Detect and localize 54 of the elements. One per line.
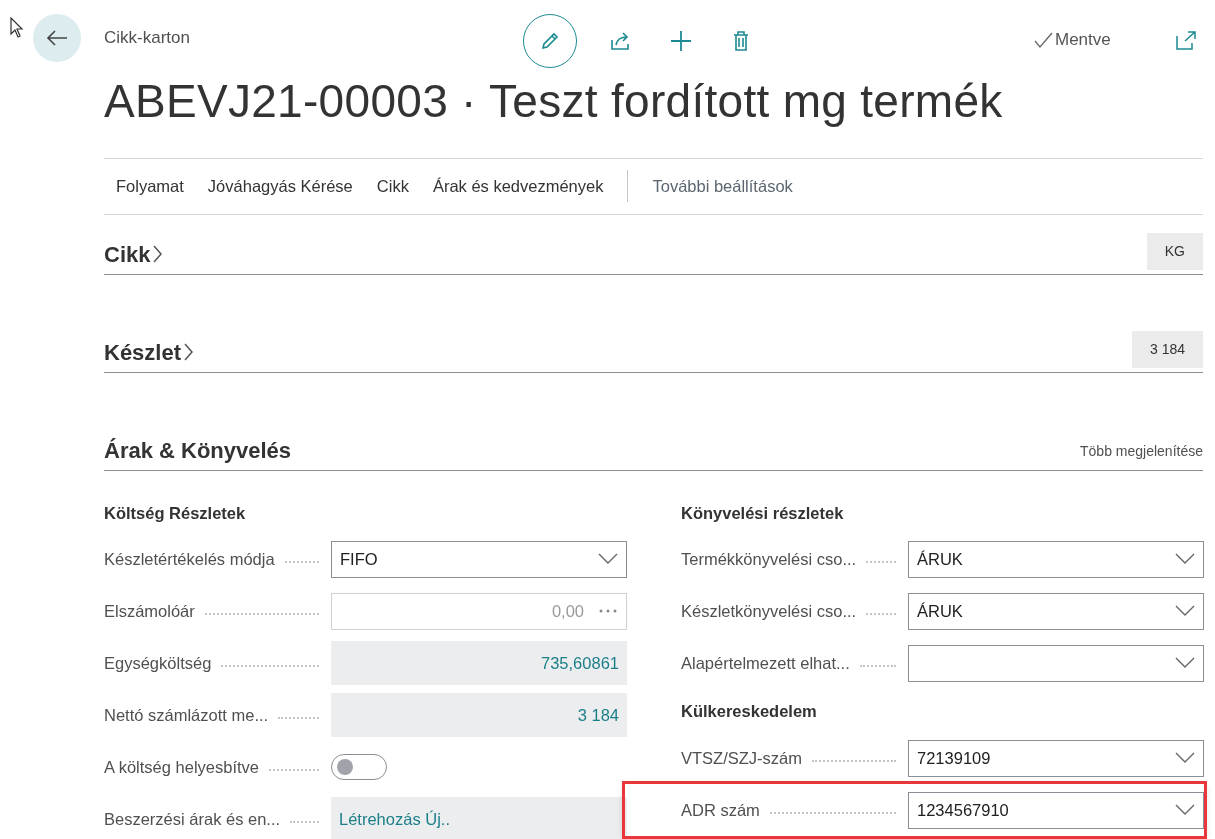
chevron-right-icon	[183, 342, 195, 363]
cursor-icon	[10, 17, 24, 39]
pencil-icon	[539, 30, 561, 52]
chevron-down-icon	[1175, 553, 1195, 566]
section-header[interactable]: Készlet	[104, 335, 195, 369]
field-label: Készletkönyvelési cso...	[681, 600, 857, 622]
summary-badge: 3 184	[1131, 330, 1203, 368]
field-label: ADR szám	[681, 799, 760, 821]
field-label: Egységköltség	[104, 652, 212, 674]
open-window-icon	[1174, 30, 1198, 52]
more-options-menu[interactable]: További beállítások	[640, 173, 805, 199]
value-field: 3 184	[331, 693, 627, 738]
plus-icon	[669, 29, 693, 53]
chevron-down-icon	[1175, 804, 1195, 817]
page-caption: Cikk-karton	[104, 27, 190, 50]
chevron-right-icon	[152, 244, 164, 265]
field-label: Készletértékelés módja	[104, 548, 275, 570]
field-label: Alapértelmezett elhat...	[681, 652, 850, 674]
section-header[interactable]: Árak & Könyvelés	[104, 433, 292, 467]
chevron-down-icon	[1175, 605, 1195, 618]
link-field[interactable]: Létrehozás Új..	[331, 797, 627, 839]
field-label: Nettó számlázott me...	[104, 704, 269, 726]
dropdown-field[interactable]: ÁRUK	[908, 592, 1204, 630]
action-menu[interactable]: Árak és kedvezmények	[420, 173, 616, 199]
value-field: 735,60861	[331, 641, 627, 686]
action-menu[interactable]: Jóváhagyás Kérése	[195, 173, 365, 199]
field-label: Beszerzési árak és en...	[104, 808, 281, 830]
field-label: A költség helyesbítve	[104, 756, 259, 778]
page-title: ABEVJ21-00003 · Teszt fordított mg termék	[104, 76, 1004, 127]
action-menu[interactable]: Cikk	[364, 173, 421, 199]
dropdown-field[interactable]: ÁRUK	[908, 540, 1204, 578]
dropdown-field[interactable]: FIFO	[331, 540, 627, 578]
field-label: Termékkönyvelési cso...	[681, 548, 857, 570]
edit-button[interactable]	[523, 14, 577, 68]
saved-status: Mentve	[1033, 27, 1111, 53]
action-menu[interactable]: Folyamat	[104, 173, 196, 199]
dropdown-field[interactable]: 72139109	[908, 739, 1204, 777]
back-button[interactable]	[33, 14, 81, 62]
summary-badge: KG	[1146, 232, 1203, 270]
field-label: VTSZ/SZJ-szám	[681, 747, 802, 769]
section-header[interactable]: Cikk	[104, 237, 164, 271]
group-heading: Könyvelési részletek	[681, 502, 845, 524]
group-heading: Külkereskedelem	[681, 701, 818, 723]
ellipsis-icon	[598, 608, 618, 615]
chevron-down-icon	[1175, 752, 1195, 765]
field-label: Elszámolóár	[104, 600, 195, 622]
back-arrow-icon	[46, 29, 68, 47]
toggle-switch[interactable]	[331, 754, 387, 781]
group-heading: Költség Részletek	[104, 502, 247, 524]
chevron-down-icon	[1175, 657, 1195, 670]
chevron-down-icon	[598, 553, 618, 566]
show-more-link[interactable]: Több megjelenítése	[1080, 440, 1203, 462]
dropdown-field[interactable]	[908, 644, 1204, 682]
dropdown-field[interactable]: 1234567910	[908, 791, 1204, 829]
